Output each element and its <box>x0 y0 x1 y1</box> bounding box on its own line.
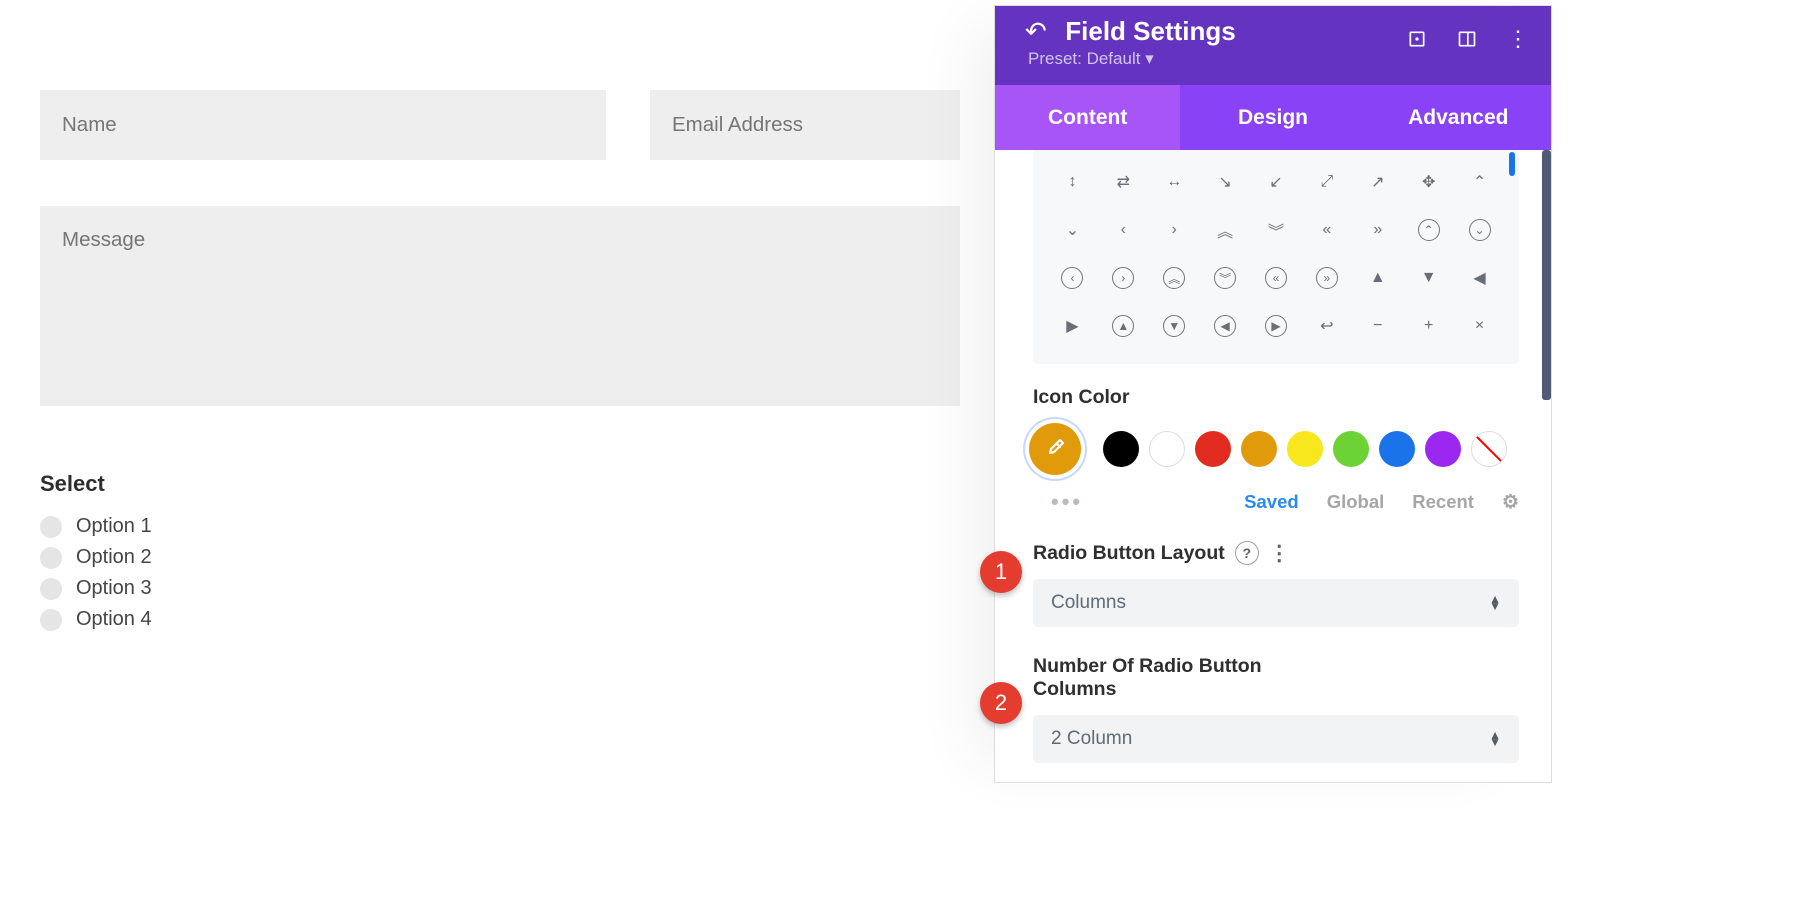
radio-cols-label: Number Of Radio Button Columns <box>1033 655 1293 701</box>
circ-right-icon[interactable]: › <box>1112 267 1134 289</box>
tab-design[interactable]: Design <box>1180 85 1365 150</box>
message-field[interactable] <box>40 206 960 406</box>
icon-picker: ↕ ⇄ ↔ ↘ ↙ ⤢ ↗ ✥ ⌃ ⌄ ‹ › ︽ ︾ « » ⌃ ⌄ ‹ › <box>1033 150 1519 364</box>
caret-down-icon[interactable]: ⌄ <box>1047 206 1098 254</box>
radio-icon <box>40 578 62 600</box>
select-value: Columns <box>1051 592 1126 614</box>
layout-icon[interactable] <box>1457 26 1477 52</box>
more-icon[interactable]: ⋮ <box>1507 26 1529 52</box>
radio-layout-text: Radio Button Layout <box>1033 542 1225 565</box>
name-field[interactable] <box>40 90 606 160</box>
circ-left-icon[interactable]: ‹ <box>1061 267 1083 289</box>
circ-ddown-icon[interactable]: ︾ <box>1214 267 1236 289</box>
tri-down-icon[interactable]: ▼ <box>1403 254 1454 302</box>
panel-body: ↕ ⇄ ↔ ↘ ↙ ⤢ ↗ ✥ ⌃ ⌄ ‹ › ︽ ︾ « » ⌃ ⌄ ‹ › <box>995 150 1551 783</box>
tab-content[interactable]: Content <box>995 85 1180 150</box>
color-settings-icon[interactable]: ⚙ <box>1502 491 1519 514</box>
color-tab-global[interactable]: Global <box>1327 491 1385 513</box>
swatch-red[interactable] <box>1195 431 1231 467</box>
annotation-badge-1: 1 <box>980 551 1022 593</box>
close-icon[interactable]: × <box>1454 302 1505 350</box>
radio-option-label: Option 4 <box>76 608 152 631</box>
arrow-swap-icon[interactable]: ⇄ <box>1098 158 1149 206</box>
circ-dleft-icon[interactable]: « <box>1265 267 1287 289</box>
arrow-ud-icon[interactable]: ↕ <box>1047 158 1098 206</box>
field-settings-panel: ↶ Field Settings Preset: Default ▾ ⋮ Con… <box>994 5 1552 783</box>
radio-layout-label: Radio Button Layout ? ⋮ <box>1033 541 1519 565</box>
arrow-lr-icon[interactable]: ↔ <box>1149 158 1200 206</box>
radio-option[interactable]: Option 4 <box>40 608 960 631</box>
swatch-blue[interactable] <box>1379 431 1415 467</box>
radio-option-label: Option 1 <box>76 515 152 538</box>
tri-right-icon[interactable]: ▶ <box>1047 302 1098 350</box>
circ-up-icon[interactable]: ⌃ <box>1418 219 1440 241</box>
select-value: 2 Column <box>1051 728 1132 750</box>
radio-icon <box>40 516 62 538</box>
color-swatches <box>1029 423 1519 475</box>
chev-left-icon[interactable]: ‹ <box>1098 206 1149 254</box>
panel-scrollbar[interactable] <box>1542 150 1551 400</box>
select-arrows-icon: ▲▼ <box>1489 732 1501 746</box>
swatch-purple[interactable] <box>1425 431 1461 467</box>
panel-tabs: Content Design Advanced <box>995 85 1551 150</box>
select-arrows-icon: ▲▼ <box>1489 596 1501 610</box>
arrow-sw-icon[interactable]: ↙ <box>1251 158 1302 206</box>
back-icon[interactable]: ↶ <box>1025 16 1047 47</box>
color-more-icon[interactable]: ••• <box>1051 489 1083 515</box>
chev-double-up-icon[interactable]: ︽ <box>1200 206 1251 254</box>
circ-down-icon[interactable]: ⌄ <box>1469 219 1491 241</box>
help-icon[interactable]: ? <box>1235 541 1259 565</box>
plus-icon[interactable]: + <box>1403 302 1454 350</box>
radio-option[interactable]: Option 1 <box>40 515 960 538</box>
email-field[interactable] <box>650 90 960 160</box>
chev-right-icon[interactable]: › <box>1149 206 1200 254</box>
expand-icon[interactable] <box>1407 26 1427 52</box>
radio-icon <box>40 547 62 569</box>
swatch-yellow[interactable] <box>1287 431 1323 467</box>
circ-tri-up-icon[interactable]: ▲ <box>1112 315 1134 337</box>
minus-icon[interactable]: − <box>1352 302 1403 350</box>
color-tab-recent[interactable]: Recent <box>1412 491 1474 513</box>
radio-option[interactable]: Option 2 <box>40 546 960 569</box>
circ-tri-right-icon[interactable]: ▶ <box>1265 315 1287 337</box>
form-preview: Select Option 1 Option 2 Option 3 Option… <box>0 0 1000 639</box>
color-tab-saved[interactable]: Saved <box>1244 491 1299 513</box>
swatch-none[interactable] <box>1471 431 1507 467</box>
arrow-expand-icon[interactable]: ⤢ <box>1301 158 1352 206</box>
annotation-badge-2: 2 <box>980 682 1022 724</box>
select-heading: Select <box>40 471 960 497</box>
radio-option-label: Option 3 <box>76 577 152 600</box>
chev-double-right-icon[interactable]: » <box>1352 206 1403 254</box>
radio-icon <box>40 609 62 631</box>
tab-advanced[interactable]: Advanced <box>1366 85 1551 150</box>
icon-color-label: Icon Color <box>1033 386 1519 409</box>
preset-selector[interactable]: Preset: Default ▾ <box>1028 49 1551 69</box>
chev-double-left-icon[interactable]: « <box>1301 206 1352 254</box>
swatch-white[interactable] <box>1149 431 1185 467</box>
tri-up-icon[interactable]: ▲ <box>1352 254 1403 302</box>
tri-left-icon[interactable]: ◀ <box>1454 254 1505 302</box>
arrow-ne-icon[interactable]: ↗ <box>1352 158 1403 206</box>
circ-dup-icon[interactable]: ︽ <box>1163 267 1185 289</box>
chev-double-down-icon[interactable]: ︾ <box>1251 206 1302 254</box>
circ-dright-icon[interactable]: » <box>1316 267 1338 289</box>
radio-cols-select[interactable]: 2 Column ▲▼ <box>1033 715 1519 763</box>
arrow-se-icon[interactable]: ↘ <box>1200 158 1251 206</box>
radio-layout-select[interactable]: Columns ▲▼ <box>1033 579 1519 627</box>
caret-up-icon[interactable]: ⌃ <box>1454 158 1505 206</box>
more-vert-icon[interactable]: ⋮ <box>1269 543 1290 564</box>
arrow-move-icon[interactable]: ✥ <box>1403 158 1454 206</box>
swatch-black[interactable] <box>1103 431 1139 467</box>
panel-title: Field Settings <box>1065 16 1235 47</box>
radio-option-label: Option 2 <box>76 546 152 569</box>
swatch-green[interactable] <box>1333 431 1369 467</box>
swatch-selected[interactable] <box>1029 423 1081 475</box>
circ-tri-down-icon[interactable]: ▼ <box>1163 315 1185 337</box>
icon-picker-scroll[interactable] <box>1509 152 1515 176</box>
circ-tri-left-icon[interactable]: ◀ <box>1214 315 1236 337</box>
panel-header: ↶ Field Settings Preset: Default ▾ ⋮ <box>995 6 1551 85</box>
swatch-orange[interactable] <box>1241 431 1277 467</box>
undo-icon[interactable]: ↩ <box>1301 302 1352 350</box>
radio-option[interactable]: Option 3 <box>40 577 960 600</box>
